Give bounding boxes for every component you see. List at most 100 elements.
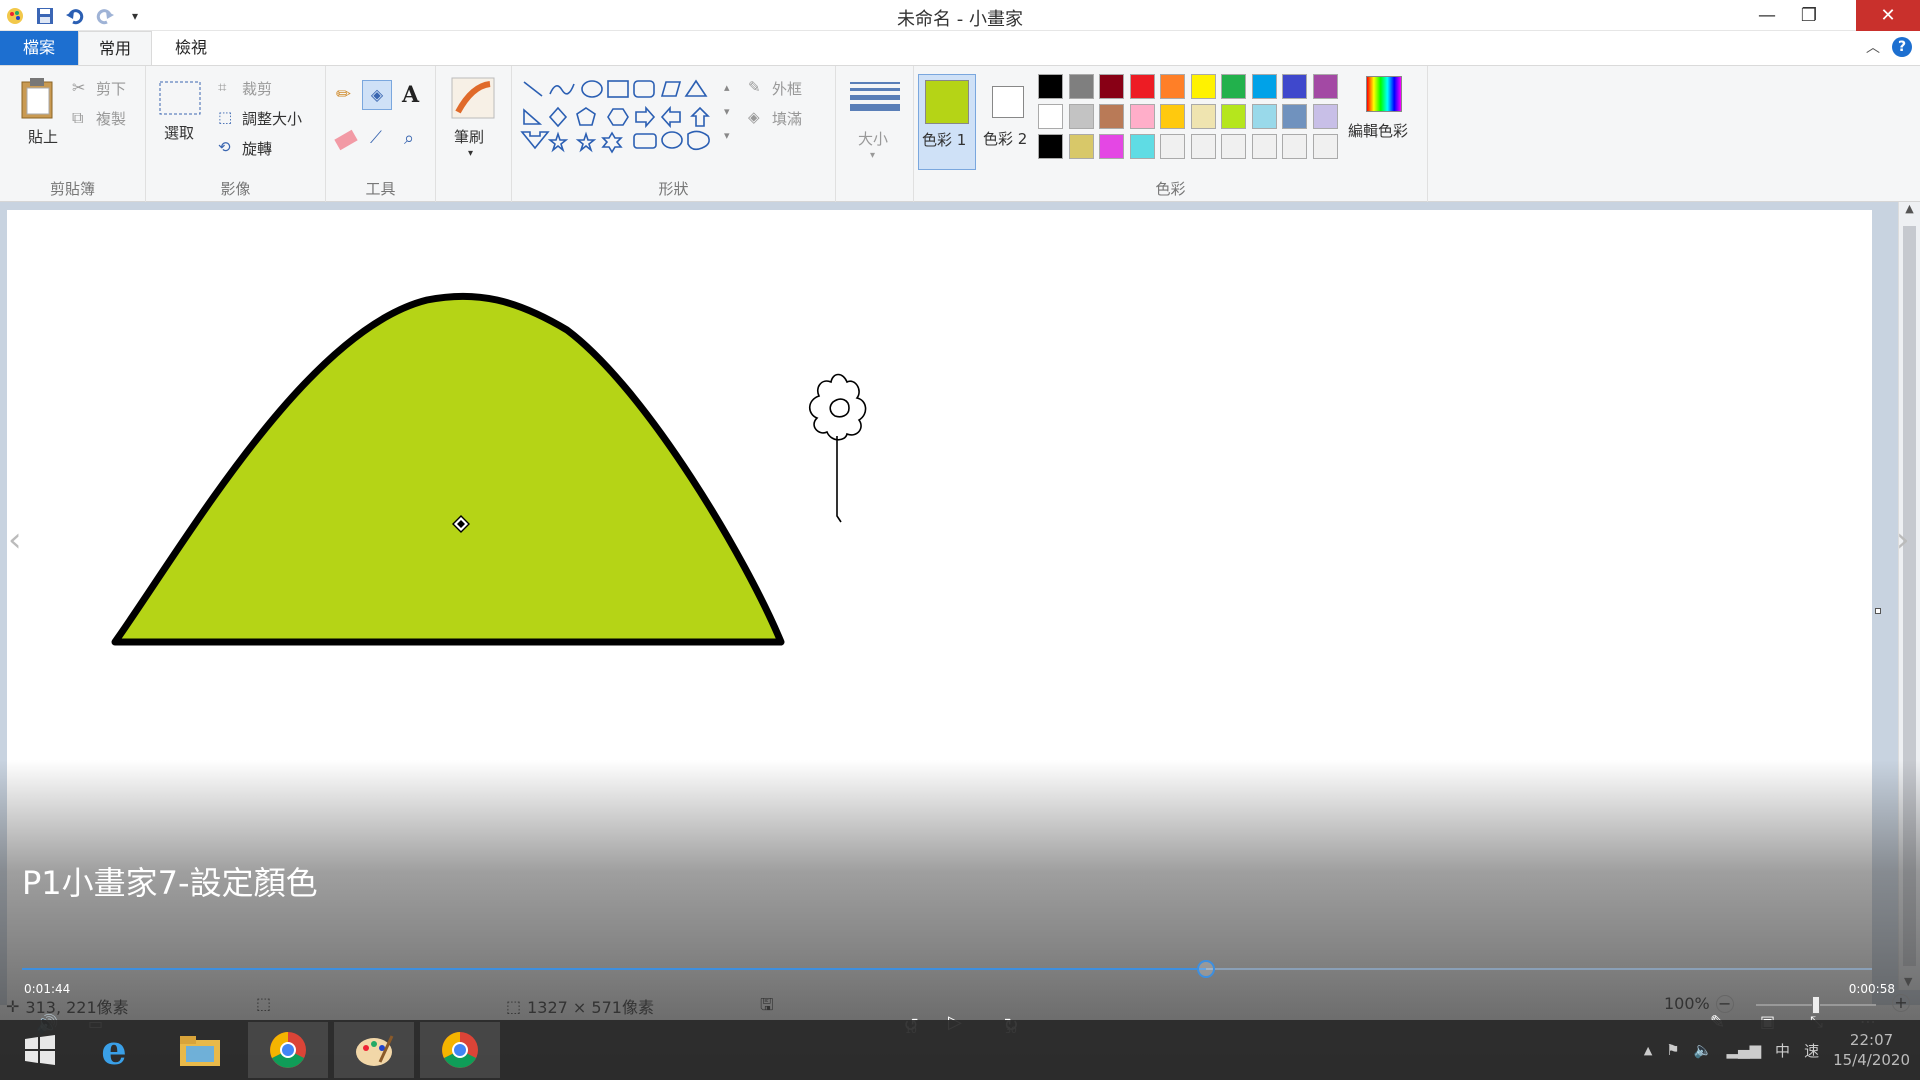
window-title: 未命名 - 小畫家 — [897, 9, 1023, 30]
palette-swatch[interactable] — [1251, 134, 1277, 159]
palette-swatch[interactable] — [1190, 104, 1216, 129]
ime-mode[interactable]: 速 — [1804, 1040, 1819, 1061]
eraser-icon[interactable] — [334, 129, 358, 151]
palette-swatch[interactable] — [1099, 134, 1124, 159]
palette-swatch[interactable] — [1282, 134, 1307, 159]
size-lines-icon — [848, 82, 902, 111]
clipboard-group: 貼上 ✂ 剪下 ⧉ 複製 剪貼簿 — [0, 66, 146, 203]
close-button[interactable]: ✕ — [1856, 0, 1920, 31]
resize-button[interactable]: ⬚ 調整大小 — [218, 108, 302, 128]
palette-swatch[interactable] — [1129, 74, 1155, 99]
taskbar-file-explorer[interactable] — [160, 1022, 240, 1078]
brushes-button[interactable]: 筆刷 ▾ — [450, 76, 500, 186]
video-progress-knob[interactable] — [1197, 960, 1215, 978]
minimize-button[interactable]: — — [1744, 0, 1790, 31]
taskbar-ie[interactable]: e — [74, 1022, 154, 1078]
palette-swatch[interactable] — [1312, 104, 1338, 129]
restore-button[interactable]: ❐ — [1786, 0, 1832, 31]
ime-language[interactable]: 中 — [1775, 1040, 1790, 1061]
palette-swatch[interactable] — [1312, 74, 1338, 99]
speaker-icon[interactable]: 🔈 — [1694, 1041, 1713, 1059]
palette-swatch[interactable] — [1160, 74, 1185, 99]
flower-doodle — [808, 373, 867, 523]
shapes-scroll[interactable]: ▴ ▾ ▾ — [724, 76, 730, 148]
canvas-size-icon: ⬚ — [506, 996, 522, 1016]
palette-swatch[interactable] — [1099, 74, 1124, 99]
tools-group: ✏ ◈ A ⟋ ⌕ 工具 — [326, 66, 436, 203]
vertical-scrollbar[interactable]: ▲ ▼ — [1898, 202, 1920, 990]
outline-button[interactable]: ✎ 外框 — [748, 78, 802, 98]
palette-swatch[interactable] — [1282, 74, 1307, 99]
palette-swatch[interactable] — [1038, 74, 1063, 99]
palette-swatch[interactable] — [1038, 134, 1063, 159]
palette-swatch[interactable] — [1251, 74, 1277, 99]
next-arrow-icon[interactable]: › — [1896, 520, 1910, 560]
prev-arrow-icon[interactable]: ‹ — [8, 520, 22, 560]
palette-swatch[interactable] — [1099, 104, 1124, 129]
action-center-flag-icon[interactable]: ⚑ — [1666, 1041, 1679, 1059]
network-icon[interactable]: ▂▄▆ — [1726, 1041, 1761, 1059]
color-spectrum-icon — [1366, 76, 1402, 112]
cut-button[interactable]: ✂ 剪下 — [72, 78, 126, 98]
zoom-out-icon[interactable]: − — [1715, 994, 1734, 1013]
taskbar-chrome-2[interactable] — [420, 1022, 500, 1078]
magnifier-icon[interactable]: ⌕ — [404, 128, 414, 149]
shapes-gallery[interactable] — [520, 78, 732, 158]
colors-group: 色彩 1 色彩 2 編輯色彩 色彩 — [914, 66, 1428, 203]
start-button[interactable] — [0, 1022, 80, 1078]
title-bar: ▾ 未命名 - 小畫家 — ❐ ✕ — [0, 0, 1920, 31]
edit-colors-button[interactable]: 編輯色彩 — [1348, 76, 1424, 172]
scroll-up-icon[interactable]: ▲ — [1899, 202, 1920, 215]
zoom-in-icon[interactable]: + — [1892, 994, 1910, 1012]
color1-button[interactable]: 色彩 1 — [918, 74, 976, 170]
palette-swatch[interactable] — [1068, 104, 1094, 129]
palette-swatch[interactable] — [1160, 104, 1185, 129]
paint-icon — [356, 1035, 394, 1066]
collapse-ribbon-icon[interactable]: ︿ — [1866, 37, 1880, 57]
canvas-resize-handle[interactable] — [1875, 608, 1881, 614]
crop-button[interactable]: ⌗ 裁剪 — [218, 78, 272, 98]
palette-swatch[interactable] — [1221, 104, 1246, 129]
palette-swatch[interactable] — [1129, 134, 1155, 159]
tab-view[interactable]: 檢視 — [152, 31, 230, 65]
fill-bucket-icon[interactable]: ◈ — [362, 80, 392, 110]
palette-swatch[interactable] — [1312, 134, 1338, 159]
taskbar-paint[interactable] — [334, 1022, 414, 1078]
zoom-slider[interactable] — [1756, 996, 1876, 1014]
file-explorer-icon — [180, 1036, 220, 1066]
size-button[interactable]: 大小 ▾ — [848, 78, 902, 178]
tab-home[interactable]: 常用 — [78, 31, 152, 65]
pencil-icon[interactable]: ✏ — [336, 84, 351, 105]
palette-swatch[interactable] — [1282, 104, 1307, 129]
color2-button[interactable]: 色彩 2 — [980, 74, 1036, 170]
scroll-thumb[interactable] — [1903, 226, 1916, 966]
palette-swatch[interactable] — [1160, 134, 1185, 159]
palette-swatch[interactable] — [1221, 134, 1246, 159]
text-icon[interactable]: A — [402, 82, 419, 108]
rotate-button[interactable]: ⟲ 旋轉 — [218, 138, 272, 158]
paste-button[interactable]: 貼上 — [18, 76, 60, 166]
palette-swatch[interactable] — [1038, 104, 1063, 129]
video-progress-bar[interactable] — [22, 960, 1872, 978]
palette-swatch[interactable] — [1221, 74, 1246, 99]
tab-file[interactable]: 檔案 — [0, 31, 78, 65]
palette-swatch[interactable] — [1068, 134, 1094, 159]
palette-swatch[interactable] — [1190, 74, 1216, 99]
palette-swatch[interactable] — [1068, 74, 1094, 99]
palette-swatch[interactable] — [1129, 104, 1155, 129]
outline-pencil-icon: ✎ — [748, 78, 761, 96]
palette-swatch[interactable] — [1251, 104, 1277, 129]
fill-button[interactable]: ◈ 填滿 — [748, 108, 802, 128]
clock[interactable]: 22:07 15/4/2020 — [1833, 1030, 1910, 1070]
color-picker-icon[interactable]: ⟋ — [370, 128, 382, 148]
crop-icon: ⌗ — [218, 78, 227, 96]
help-icon[interactable]: ? — [1892, 37, 1912, 57]
clock-time: 22:07 — [1849, 1031, 1894, 1049]
palette-swatch[interactable] — [1190, 134, 1216, 159]
shapes-group: ▴ ▾ ▾ ✎ 外框 ◈ 填滿 形狀 — [512, 66, 836, 203]
scroll-down-icon[interactable]: ▼ — [1904, 975, 1912, 988]
copy-button[interactable]: ⧉ 複製 — [72, 108, 126, 128]
taskbar-chrome-1[interactable] — [248, 1022, 328, 1078]
tray-expand-icon[interactable]: ▲ — [1644, 1044, 1652, 1057]
select-button[interactable]: 選取 — [158, 80, 202, 170]
